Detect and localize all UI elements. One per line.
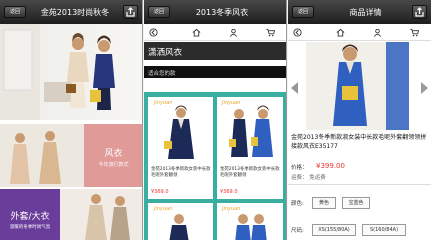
tile-subtitle: 今年流行款式 <box>98 162 129 168</box>
product-grid: Jinyuan 金苑2013冬季新款女装中长款毛呢外套翻领 ¥369.0 Jin… <box>144 92 286 240</box>
waitao-tile-panel: 外套/大衣 温暖的冬季时尚气息 <box>0 189 60 240</box>
icon-nav-row <box>144 24 286 41</box>
hero-models-illustration <box>0 24 115 120</box>
category-tile-fengyi[interactable]: 风衣 今年流行款式 <box>0 124 142 187</box>
home-pane: 返回 金苑2013时尚秋冬 风衣 今年流行款式 外套/大衣 温暖的冬季时尚气息 <box>0 0 143 240</box>
top-bar: 返回 金苑2013时尚秋冬 <box>0 0 142 24</box>
product-photo <box>164 105 194 159</box>
share-button[interactable] <box>412 5 427 19</box>
product-card[interactable]: Jinyuan 金苑2013冬季新款女装中长款毛呢外套翻领 ¥369.0 <box>148 97 213 199</box>
product-photo <box>229 105 273 157</box>
size-option-s[interactable]: S(160/84A) <box>362 224 406 236</box>
fengyi-model-photo <box>0 124 84 187</box>
page-title: 商品详情 <box>349 8 382 17</box>
back-arrow-icon[interactable] <box>293 28 302 37</box>
fengyi-tile-panel: 风衣 今年流行款式 <box>84 124 142 187</box>
back-arrow-icon[interactable] <box>149 28 158 37</box>
category-pane: 返回 2013冬季风衣 潇洒风衣 适合您的款 Jinyuan 金苑2013冬季新… <box>144 0 287 240</box>
product-photo <box>235 214 267 240</box>
icon-nav-row <box>288 24 431 41</box>
product-card[interactable]: Jinyuan <box>148 203 213 240</box>
share-icon <box>415 7 424 17</box>
freight-info: 运费： 免运费 <box>291 175 326 181</box>
page-title: 金苑2013时尚秋冬 <box>40 8 110 17</box>
product-card[interactable]: Jinyuan 金苑2013冬季新款女装中长款毛呢外套翻领 ¥369.0 <box>217 97 283 199</box>
waitao-model-photo <box>60 189 142 240</box>
category-subheading: 适合您的款 <box>144 66 286 78</box>
home-icon[interactable] <box>192 28 201 37</box>
product-model-photo <box>306 42 409 130</box>
product-main-image[interactable] <box>306 42 409 130</box>
top-bar: 返回 2013冬季风衣 <box>144 0 286 24</box>
color-option-royal-blue[interactable]: 宝蓝色 <box>342 197 370 209</box>
product-title: 金苑2013冬季新款女装中长款毛呢外套翻领 <box>151 167 211 178</box>
product-photo <box>169 214 189 240</box>
cart-icon[interactable] <box>410 28 419 37</box>
next-image-arrow[interactable] <box>421 82 428 94</box>
tile-title: 外套/大衣 <box>10 212 50 222</box>
category-heading: 潇洒风衣 <box>144 42 286 60</box>
product-title: 金苑2013冬季新款女装中长款毛呢外套翻领 <box>220 167 280 178</box>
previous-image-arrow[interactable] <box>291 82 298 94</box>
app-screenshot: 返回 金苑2013时尚秋冬 风衣 今年流行款式 外套/大衣 温暖的冬季时尚气息 … <box>0 0 431 240</box>
user-icon[interactable] <box>229 28 238 37</box>
share-icon <box>126 7 135 17</box>
price-label: 价格： <box>291 165 308 171</box>
tile-title: 风衣 <box>104 149 123 159</box>
divider <box>288 184 431 185</box>
product-price: ¥399.00 <box>316 162 345 170</box>
user-icon[interactable] <box>373 28 382 37</box>
product-price: ¥369.0 <box>220 189 238 195</box>
product-title: 金苑2013冬季新款淑女装中长款毛呢外套翻领领拼接款风衣E35177 <box>291 134 427 150</box>
color-label: 颜色: <box>291 201 304 207</box>
page-title: 2013冬季风衣 <box>195 8 249 17</box>
product-price: ¥369.0 <box>151 189 169 195</box>
size-label: 尺码: <box>291 228 304 234</box>
size-option-xs[interactable]: XS(155/80A) <box>312 224 356 236</box>
top-bar: 返回 商品详情 <box>288 0 431 24</box>
color-option-yellow[interactable]: 黄色 <box>312 197 336 209</box>
cart-icon[interactable] <box>266 28 275 37</box>
tile-subtitle: 温暖的冬季时尚气息 <box>9 225 51 230</box>
product-card[interactable]: Jinyuan <box>217 203 283 240</box>
home-icon[interactable] <box>336 28 345 37</box>
hero-banner[interactable] <box>0 24 142 120</box>
share-button[interactable] <box>123 5 138 19</box>
category-tile-waitao[interactable]: 外套/大衣 温暖的冬季时尚气息 <box>0 189 142 240</box>
product-detail-pane: 返回 商品详情 金苑2013冬季新款淑女装中长款毛呢外套翻领领拼接款风衣E351… <box>288 0 431 240</box>
